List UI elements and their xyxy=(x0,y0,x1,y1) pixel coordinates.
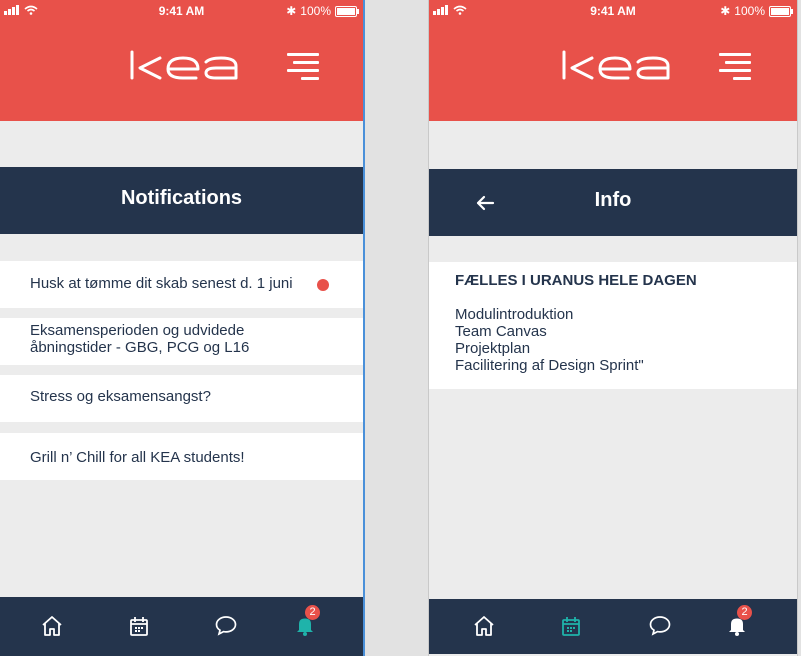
status-right: ✱ 100% xyxy=(286,4,359,18)
menu-icon[interactable] xyxy=(719,53,751,81)
info-lines: Modulintroduktion Team Canvas Projektpla… xyxy=(455,306,644,374)
notification-item[interactable]: Eksamensperioden og udvidede åbningstide… xyxy=(0,318,363,365)
notification-item[interactable]: Stress og eksamensangst? xyxy=(0,375,363,422)
info-screen: 9:41 AM ✱ 100% Info FÆLLES I URANUS HELE xyxy=(428,0,798,656)
notification-badge: 2 xyxy=(737,605,752,620)
menu-icon[interactable] xyxy=(287,53,319,81)
chat-icon[interactable] xyxy=(214,613,238,637)
home-icon[interactable] xyxy=(472,614,496,638)
app-header: 9:41 AM ✱ 100% xyxy=(429,0,797,121)
info-card: FÆLLES I URANUS HELE DAGEN Modulintroduk… xyxy=(429,262,797,389)
bluetooth-icon: ✱ xyxy=(286,4,297,18)
bell-tab[interactable]: 2 xyxy=(725,605,752,637)
status-bar: 9:41 AM ✱ 100% xyxy=(0,0,363,22)
notification-item[interactable]: Husk at tømme dit skab senest d. 1 juni xyxy=(0,261,363,308)
info-line: Facilitering af Design Sprint" xyxy=(455,357,644,374)
page-title: Info xyxy=(594,189,632,211)
kea-logo xyxy=(130,50,238,80)
page-title: Notifications xyxy=(120,187,243,209)
tab-bar: 2 xyxy=(429,599,797,654)
app-header: 9:41 AM ✱ 100% xyxy=(0,0,363,121)
info-line: Modulintroduktion xyxy=(455,306,574,323)
page-title-bar: Notifications xyxy=(0,167,363,234)
status-right: ✱ 100% xyxy=(720,4,793,18)
battery-icon xyxy=(335,5,359,17)
notification-text: Husk at tømme dit skab senest d. 1 juni xyxy=(30,275,293,292)
home-icon[interactable] xyxy=(40,614,64,638)
notification-text: Grill n’ Chill for all KEA students! xyxy=(30,449,245,466)
notification-badge: 2 xyxy=(305,605,320,620)
battery-percent: 100% xyxy=(734,4,765,18)
info-heading: FÆLLES I URANUS HELE DAGEN xyxy=(455,272,697,289)
notification-text: Stress og eksamensangst? xyxy=(30,388,211,405)
bluetooth-icon: ✱ xyxy=(720,4,731,18)
kea-logo xyxy=(562,50,670,80)
unread-dot xyxy=(317,279,329,291)
battery-icon xyxy=(769,5,793,17)
page-title-bar: Info xyxy=(429,169,797,236)
calendar-icon[interactable] xyxy=(559,614,583,638)
notifications-screen: 9:41 AM ✱ 100% Notifications Husk at tøm… xyxy=(0,0,365,656)
info-line: Projektplan xyxy=(455,340,531,357)
notification-text: Eksamensperioden og udvidede åbningstide… xyxy=(30,322,250,356)
tab-bar: 2 xyxy=(0,597,363,656)
calendar-icon[interactable] xyxy=(127,614,151,638)
bell-tab[interactable]: 2 xyxy=(293,605,320,637)
info-line: Team Canvas xyxy=(455,323,547,340)
status-bar: 9:41 AM ✱ 100% xyxy=(429,0,797,22)
chat-icon[interactable] xyxy=(648,613,672,637)
battery-percent: 100% xyxy=(300,4,331,18)
notification-item[interactable]: Grill n’ Chill for all KEA students! xyxy=(0,433,363,480)
